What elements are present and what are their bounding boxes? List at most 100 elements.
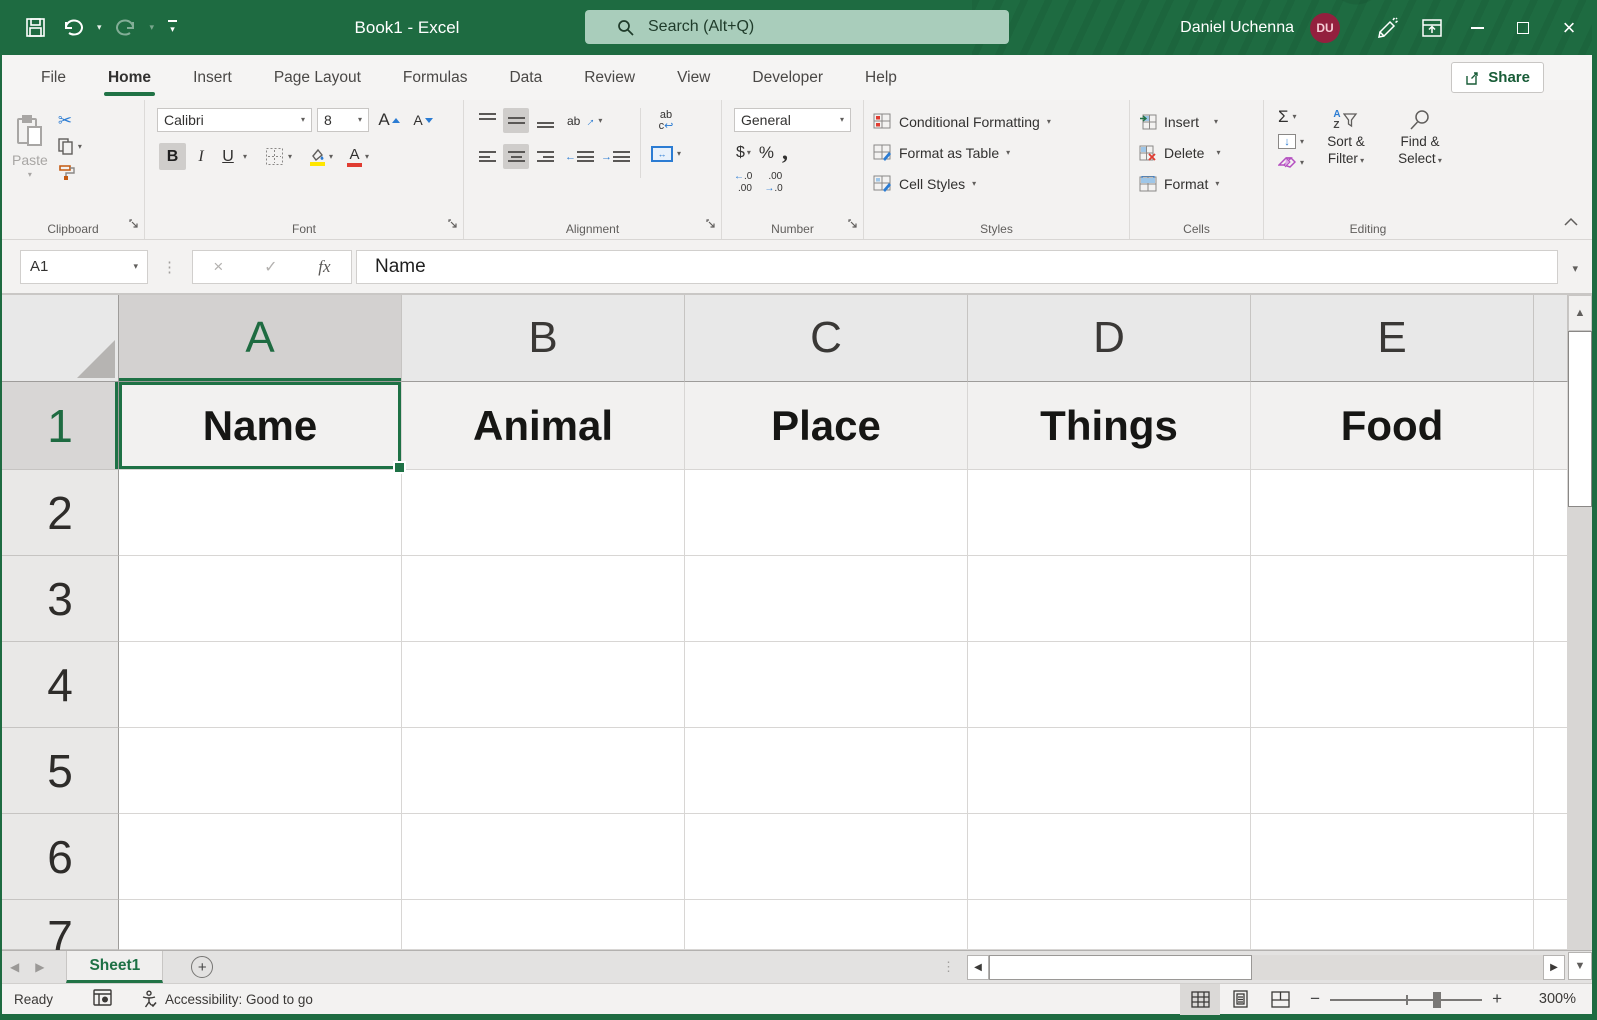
- formula-bar-expand-button[interactable]: ▾: [1572, 262, 1578, 275]
- view-page-layout-button[interactable]: [1220, 984, 1260, 1015]
- insert-function-icon[interactable]: fx: [318, 257, 330, 277]
- cell-a6[interactable]: [119, 814, 402, 900]
- cell-e2[interactable]: [1251, 470, 1534, 556]
- view-normal-button[interactable]: [1180, 983, 1221, 1015]
- row-header-3[interactable]: 3: [2, 556, 119, 642]
- collapse-ribbon-button[interactable]: [1564, 213, 1578, 231]
- cell-a3[interactable]: [119, 556, 402, 642]
- view-page-break-button[interactable]: [1260, 984, 1300, 1015]
- vertical-scrollbar[interactable]: ▲: [1568, 295, 1592, 950]
- save-button[interactable]: [20, 11, 51, 45]
- row-header-1[interactable]: 1: [2, 382, 119, 470]
- cell-f1-partial[interactable]: [1534, 382, 1568, 470]
- select-all-button[interactable]: [2, 295, 119, 382]
- cell-a1[interactable]: Name: [119, 382, 406, 474]
- paste-button[interactable]: Paste ▾: [12, 108, 48, 185]
- cell-f5-partial[interactable]: [1534, 728, 1568, 814]
- font-size-select[interactable]: 8 ▾: [317, 108, 369, 132]
- cell-e6[interactable]: [1251, 814, 1534, 900]
- copy-dropdown[interactable]: ▾: [78, 142, 82, 151]
- horizontal-scrollbar-thumb[interactable]: [989, 954, 1252, 980]
- cell-b7[interactable]: [402, 900, 685, 950]
- cancel-icon[interactable]: ×: [213, 257, 223, 277]
- cell-e1[interactable]: Food: [1251, 382, 1534, 470]
- underline-dropdown[interactable]: ▾: [243, 152, 247, 161]
- merge-center-button[interactable]: ↔ ▾: [651, 146, 681, 162]
- copy-button[interactable]: ▾: [58, 138, 82, 155]
- cell-b2[interactable]: [402, 470, 685, 556]
- increase-decimal-button[interactable]: ←.0 .00: [734, 171, 752, 194]
- cell-d5[interactable]: [968, 728, 1251, 814]
- horizontal-scrollbar-track[interactable]: [1252, 954, 1543, 980]
- formula-input[interactable]: Name: [356, 249, 1558, 284]
- user-name[interactable]: Daniel Uchenna: [1180, 19, 1294, 37]
- cell-b3[interactable]: [402, 556, 685, 642]
- wrap-text-button[interactable]: ab c↩: [651, 110, 681, 132]
- cell-e7[interactable]: [1251, 900, 1534, 950]
- redo-dropdown[interactable]: ▾: [148, 22, 157, 33]
- customize-quick-access-button[interactable]: ▾: [162, 11, 183, 45]
- column-header-a[interactable]: A: [119, 295, 402, 382]
- decrease-decimal-button[interactable]: .00 →.0: [764, 171, 782, 194]
- sort-filter-button[interactable]: AZ Sort & Filter ▾: [1314, 107, 1378, 169]
- avatar[interactable]: DU: [1310, 12, 1340, 43]
- cell-c1[interactable]: Place: [685, 382, 968, 470]
- row-header-7[interactable]: 7: [2, 900, 119, 950]
- alignment-dialog-launcher[interactable]: [706, 216, 716, 234]
- maximize-button[interactable]: [1500, 0, 1546, 55]
- align-middle-button[interactable]: [503, 108, 529, 133]
- undo-button[interactable]: [57, 11, 89, 45]
- zoom-slider[interactable]: [1330, 984, 1483, 1015]
- row-header-2[interactable]: 2: [2, 470, 119, 556]
- tab-data[interactable]: Data: [488, 55, 563, 100]
- cell-d6[interactable]: [968, 814, 1251, 900]
- cell-a7[interactable]: [119, 900, 402, 950]
- cell-b1[interactable]: Animal: [402, 382, 685, 470]
- zoom-in-button[interactable]: +: [1482, 989, 1512, 1009]
- tab-help[interactable]: Help: [844, 55, 918, 100]
- cell-a2[interactable]: [119, 470, 402, 556]
- fill-color-dropdown[interactable]: ▾: [329, 152, 333, 161]
- cut-button[interactable]: ✂: [58, 112, 82, 129]
- tab-view[interactable]: View: [656, 55, 731, 100]
- cell-a5[interactable]: [119, 728, 402, 814]
- cell-e5[interactable]: [1251, 728, 1534, 814]
- font-name-select[interactable]: Calibri ▾: [157, 108, 312, 132]
- new-sheet-button[interactable]: +: [191, 956, 214, 978]
- cell-d4[interactable]: [968, 642, 1251, 728]
- scroll-up-button[interactable]: ▲: [1568, 295, 1592, 331]
- undo-dropdown[interactable]: ▾: [95, 22, 104, 33]
- row-header-5[interactable]: 5: [2, 728, 119, 814]
- font-color-button[interactable]: A: [347, 147, 363, 167]
- column-header-d[interactable]: D: [968, 295, 1251, 382]
- share-button[interactable]: Share: [1451, 62, 1544, 93]
- close-button[interactable]: ×: [1546, 0, 1592, 55]
- currency-button[interactable]: $ ▾: [736, 144, 751, 162]
- italic-button[interactable]: I: [189, 143, 213, 170]
- clear-button[interactable]: ▾: [1278, 156, 1304, 169]
- cell-styles-button[interactable]: Cell Styles ▾: [864, 168, 1129, 199]
- scroll-down-button[interactable]: ▼: [1568, 952, 1592, 980]
- font-dialog-launcher[interactable]: [448, 216, 458, 234]
- autosum-button[interactable]: Σ ▾: [1278, 107, 1304, 127]
- cell-a4[interactable]: [119, 642, 402, 728]
- cell-b6[interactable]: [402, 814, 685, 900]
- format-as-table-button[interactable]: Format as Table ▾: [864, 137, 1129, 168]
- zoom-level[interactable]: 300%: [1512, 991, 1576, 1007]
- minimize-button[interactable]: [1454, 0, 1500, 55]
- clipboard-dialog-launcher[interactable]: [129, 216, 139, 234]
- decrease-indent-button[interactable]: ←: [565, 149, 594, 164]
- fill-color-button[interactable]: [308, 148, 326, 166]
- search-input[interactable]: Search (Alt+Q): [585, 10, 1009, 44]
- enter-icon[interactable]: ✓: [264, 257, 277, 277]
- number-format-select[interactable]: General ▾: [734, 108, 851, 132]
- row-header-4[interactable]: 4: [2, 642, 119, 728]
- cell-d1[interactable]: Things: [968, 382, 1251, 470]
- fill-button[interactable]: ↓ ▾: [1278, 134, 1304, 149]
- cell-c4[interactable]: [685, 642, 968, 728]
- number-dialog-launcher[interactable]: [848, 216, 858, 234]
- align-center-button[interactable]: [503, 144, 529, 169]
- underline-button[interactable]: U: [216, 143, 240, 170]
- conditional-formatting-button[interactable]: Conditional Formatting ▾: [864, 106, 1129, 137]
- align-top-button[interactable]: [474, 108, 500, 133]
